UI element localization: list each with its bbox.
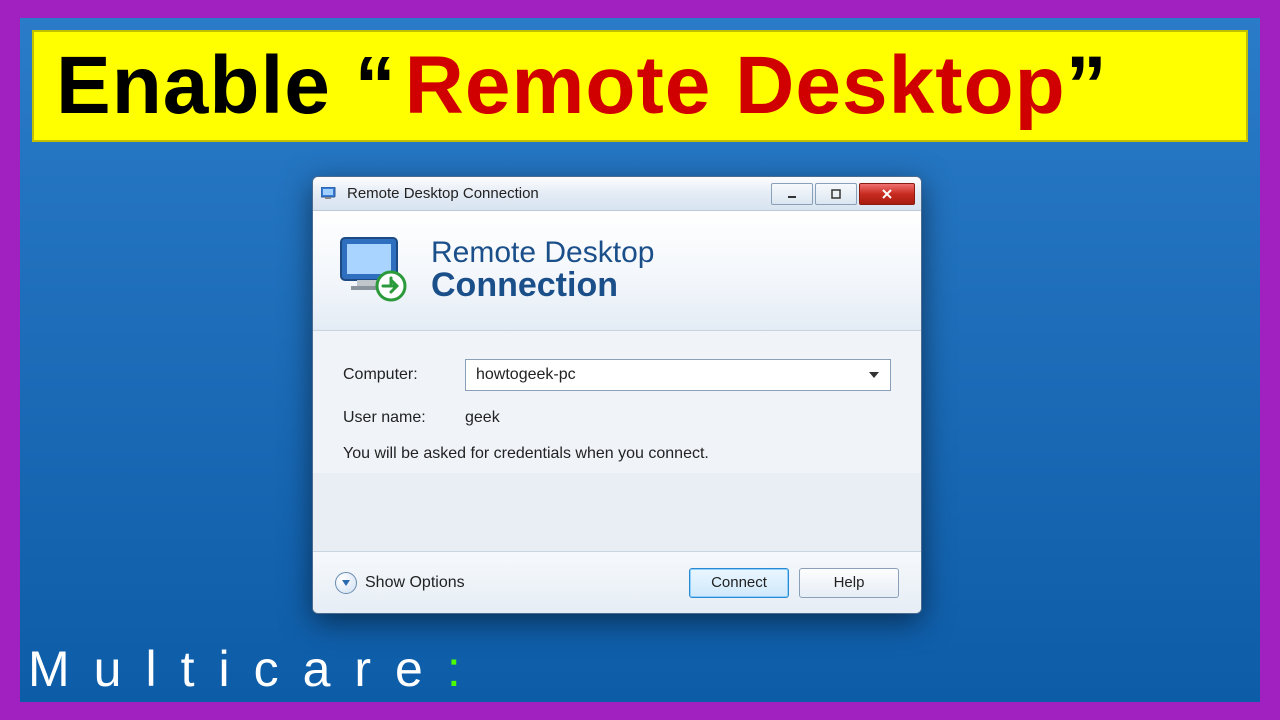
brand-text: Multicare: [28, 641, 447, 697]
show-options-toggle[interactable]: Show Options: [335, 572, 679, 594]
header-line1: Remote Desktop: [431, 237, 654, 269]
computer-combobox[interactable]: howtogeek-pc: [465, 359, 891, 391]
dialog-body: Computer: howtogeek-pc User name: geek Y…: [313, 331, 921, 473]
window-controls: [771, 183, 915, 205]
minimize-button[interactable]: [771, 183, 813, 205]
close-button[interactable]: [859, 183, 915, 205]
maximize-button[interactable]: [815, 183, 857, 205]
banner-text-enable: Enable “: [56, 39, 397, 133]
dialog-header: Remote Desktop Connection: [313, 211, 921, 331]
username-row: User name: geek: [343, 409, 891, 427]
dialog-footer: Show Options Connect Help: [313, 551, 921, 613]
username-value: geek: [465, 409, 500, 427]
dropdown-caret-icon: [868, 366, 880, 384]
brand-footer: Multicare:: [28, 640, 485, 698]
username-label: User name:: [343, 409, 447, 427]
computer-row: Computer: howtogeek-pc: [343, 359, 891, 391]
window-title: Remote Desktop Connection: [347, 185, 771, 202]
rdp-large-icon: [335, 232, 413, 310]
dialog-header-text: Remote Desktop Connection: [431, 237, 654, 304]
window-titlebar[interactable]: Remote Desktop Connection: [313, 177, 921, 211]
banner-text-quote-close: ”: [1066, 39, 1108, 133]
chevron-down-icon: [335, 572, 357, 594]
credentials-info: You will be asked for credentials when y…: [343, 445, 891, 463]
brand-colon: :: [447, 641, 485, 697]
help-button[interactable]: Help: [799, 568, 899, 598]
computer-label: Computer:: [343, 366, 447, 384]
banner-text-remote-desktop: Remote Desktop: [405, 39, 1066, 133]
show-options-label: Show Options: [365, 574, 465, 592]
header-line2: Connection: [431, 268, 654, 304]
title-banner: Enable “ Remote Desktop ”: [32, 30, 1248, 142]
connect-label: Connect: [711, 574, 767, 591]
remote-desktop-window: Remote Desktop Connection: [312, 176, 922, 614]
connect-button[interactable]: Connect: [689, 568, 789, 598]
desktop-background: Enable “ Remote Desktop ” Remote Desktop…: [20, 18, 1260, 702]
rdp-app-icon: [321, 187, 339, 201]
computer-value: howtogeek-pc: [476, 366, 576, 384]
help-label: Help: [834, 574, 865, 591]
